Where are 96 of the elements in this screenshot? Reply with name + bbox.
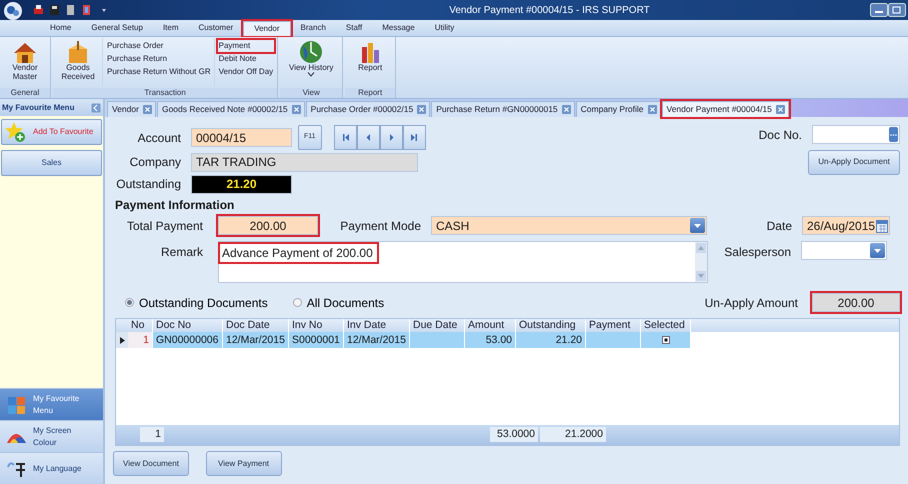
ribbon-menu-item[interactable]: Debit Note bbox=[218, 53, 274, 65]
row-count: 1 bbox=[140, 427, 164, 442]
table-cell: S0000001 bbox=[289, 332, 344, 348]
field-label: Date bbox=[766, 218, 792, 235]
table-cell: 12/Mar/2015 bbox=[223, 332, 289, 348]
ribbon-menu-item[interactable]: Payment bbox=[218, 40, 274, 52]
sidebar-nav-item[interactable]: My Language bbox=[0, 452, 103, 484]
sidebar-button[interactable]: Sales bbox=[1, 150, 102, 176]
document-tab[interactable]: Company Profile bbox=[576, 101, 660, 117]
outstanding-value: 21.20 bbox=[191, 174, 292, 194]
sidebar-nav-item[interactable]: My Favourite Menu bbox=[0, 388, 103, 420]
field-label: Outstanding bbox=[115, 176, 181, 193]
close-icon[interactable] bbox=[562, 105, 571, 114]
ribbon-tab[interactable]: Customer bbox=[188, 21, 244, 35]
date-field[interactable]: 26/Aug/2015 bbox=[802, 216, 890, 236]
radio-option[interactable]: Outstanding Documents bbox=[125, 294, 268, 312]
close-icon[interactable] bbox=[648, 105, 656, 114]
ribbon-button[interactable]: View History bbox=[283, 38, 340, 87]
document-tab[interactable]: Vendor Payment #00004/15 bbox=[662, 101, 789, 117]
ribbon-group-label: Report bbox=[345, 88, 396, 98]
action-button[interactable]: View Document bbox=[113, 451, 189, 476]
action-button[interactable]: View Payment bbox=[206, 451, 282, 476]
table-cell: 53.00 bbox=[465, 332, 516, 348]
payment-mode-select[interactable]: CASH bbox=[431, 216, 707, 236]
close-icon[interactable] bbox=[776, 105, 785, 114]
document-tab[interactable]: Purchase Return #GN00000015 bbox=[431, 101, 575, 117]
close-icon[interactable] bbox=[417, 105, 426, 114]
ribbon-button[interactable]: Goods Received bbox=[56, 38, 100, 87]
calendar-icon[interactable] bbox=[876, 218, 888, 233]
company-field: TAR TRADING bbox=[191, 152, 418, 172]
sidebar-title: My Favourite Menu bbox=[2, 102, 74, 114]
ribbon-tab[interactable]: Staff bbox=[336, 21, 372, 35]
sidebar-nav-item[interactable]: My Screen Colour bbox=[0, 420, 103, 452]
field-label: Total Payment bbox=[126, 218, 203, 235]
document-icon[interactable] bbox=[64, 4, 77, 16]
document-tab[interactable]: Vendor bbox=[107, 101, 156, 117]
unapply-amount-field: 200.00 bbox=[812, 293, 900, 312]
ribbon-menu-item[interactable]: Vendor Off Day bbox=[218, 66, 274, 78]
ribbon-menu-item[interactable]: Purchase Return Without GR bbox=[106, 66, 212, 78]
ribbon-menu-item[interactable]: Purchase Order bbox=[106, 40, 212, 52]
minimize-icon[interactable] bbox=[870, 3, 888, 17]
collapse-icon[interactable] bbox=[91, 102, 101, 112]
restore-icon[interactable] bbox=[888, 3, 906, 17]
ribbon-group-label: General bbox=[0, 88, 50, 98]
table-cell: 12/Mar/2015 bbox=[344, 332, 410, 348]
account-field[interactable]: 00004/15 bbox=[191, 128, 292, 147]
field-label: Company bbox=[128, 154, 181, 172]
table-cell: GN00000006 bbox=[153, 332, 223, 348]
star-plus-icon bbox=[5, 121, 27, 143]
ribbon-tab[interactable]: Home bbox=[40, 21, 82, 35]
remark-field[interactable]: Advance Payment of 200.00 bbox=[218, 241, 708, 284]
row-indicator[interactable] bbox=[116, 332, 128, 348]
table-cell: 21.20 bbox=[516, 332, 586, 348]
printer-icon[interactable] bbox=[32, 4, 45, 16]
field-label: Payment Mode bbox=[339, 218, 421, 235]
ribbon-tab[interactable]: Vendor bbox=[243, 20, 291, 36]
salesperson-select[interactable] bbox=[801, 241, 887, 260]
field-label: Account bbox=[136, 130, 181, 146]
ribbon-tab[interactable]: Utility bbox=[424, 21, 464, 35]
ribbon-button[interactable]: Report bbox=[348, 38, 392, 87]
windows-icon bbox=[6, 394, 27, 415]
radio-option[interactable]: All Documents bbox=[292, 294, 384, 312]
ribbon-group-label: View bbox=[280, 88, 342, 98]
total-payment-field[interactable]: 200.00 bbox=[218, 216, 318, 236]
table-cell: 1 bbox=[128, 332, 153, 348]
ribbon-tab[interactable]: Item bbox=[152, 21, 188, 35]
ribbon-tab[interactable]: Message bbox=[372, 21, 425, 35]
sidebar-button[interactable]: Add To Favourite bbox=[1, 119, 102, 145]
ribbon-menu-item[interactable]: Purchase Return bbox=[106, 53, 212, 65]
app-logo-icon[interactable] bbox=[2, 0, 24, 20]
row-pointer-icon bbox=[120, 336, 124, 344]
close-icon[interactable] bbox=[292, 105, 301, 114]
ribbon-button[interactable]: Vendor Master bbox=[3, 38, 47, 87]
unapply-document-button[interactable]: Un-Apply Document bbox=[808, 150, 900, 174]
ribbon-group-label: Transaction bbox=[53, 88, 278, 98]
selection-checkbox-icon[interactable] bbox=[662, 336, 670, 344]
first-record-icon[interactable] bbox=[340, 132, 352, 143]
document-tab[interactable]: Goods Received Note #00002/15 bbox=[156, 101, 305, 117]
section-title: Payment Information bbox=[115, 197, 236, 214]
save-icon[interactable] bbox=[48, 4, 61, 16]
ellipsis-icon[interactable] bbox=[889, 127, 898, 142]
document-tab[interactable]: Purchase Order #00002/15 bbox=[306, 101, 430, 117]
document-icon[interactable] bbox=[80, 4, 93, 16]
ribbon-tab[interactable]: General Setup bbox=[81, 21, 153, 35]
doc-no-field[interactable] bbox=[812, 125, 900, 144]
ribbon-tab[interactable]: Branch bbox=[290, 21, 336, 35]
amount-total: 53.0000 bbox=[490, 427, 538, 442]
table-row[interactable]: 1 GN00000006 12/Mar/2015 S0000001 12/Mar/2015 53.00 21.20 bbox=[116, 332, 691, 348]
close-icon[interactable] bbox=[142, 105, 152, 114]
field-label: Remark bbox=[160, 244, 203, 262]
field-label: Un-Apply Amount bbox=[704, 294, 798, 312]
field-label: Salesperson bbox=[723, 244, 791, 262]
field-label: Doc No. bbox=[758, 126, 802, 144]
window-title: Vendor Payment #00004/15 - IRS SUPPORT bbox=[448, 4, 650, 18]
scrollbar-icon[interactable] bbox=[695, 242, 707, 282]
outstanding-total: 21.2000 bbox=[540, 427, 606, 442]
